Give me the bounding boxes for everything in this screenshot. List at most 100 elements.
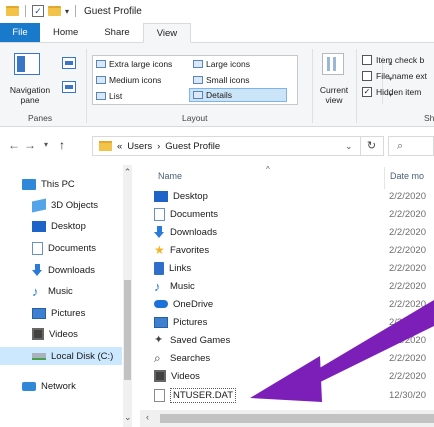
list-item[interactable]: Videos 2/2/2020 <box>154 367 434 385</box>
layout-item-label: Small icons <box>206 75 250 85</box>
3d-objects-icon <box>32 198 46 212</box>
list-item[interactable]: Links 2/2/2020 <box>154 259 434 277</box>
checkbox-label: Hidden item <box>376 87 422 97</box>
checkbox-label: File name ext <box>376 71 428 81</box>
address-dropdown-icon[interactable]: ⌄ <box>345 141 353 152</box>
nav-item-videos[interactable]: Videos <box>0 325 122 343</box>
layout-large-icons[interactable]: Large icons <box>193 57 250 71</box>
layout-list[interactable]: List <box>96 89 122 103</box>
forward-arrow-icon[interactable]: → <box>22 138 38 152</box>
list-item[interactable]: ♪ Music 2/2/2020 <box>154 277 434 295</box>
layout-extra-large-icons[interactable]: Extra large icons <box>96 57 172 71</box>
small-icons-icon <box>193 76 203 84</box>
scroll-up-icon[interactable]: ⌃ <box>123 165 132 179</box>
breadcrumb-guest-profile[interactable]: Guest Profile <box>165 141 220 152</box>
file-date: 2/2/2020 <box>389 334 426 346</box>
item-check-boxes-toggle[interactable]: Item check b <box>362 55 424 65</box>
recent-locations-icon[interactable]: ▾ <box>38 140 54 149</box>
customize-quick-access-icon[interactable]: ▾ <box>65 7 69 16</box>
file-name: Desktop <box>173 190 208 202</box>
scroll-left-icon[interactable]: ‹ <box>146 412 149 422</box>
back-arrow-icon[interactable]: ← <box>6 138 22 152</box>
searches-icon: ⌕ <box>154 350 161 365</box>
list-item[interactable]: Documents 2/2/2020 <box>154 205 434 223</box>
column-header-name[interactable]: Name <box>158 171 182 181</box>
file-name: OneDrive <box>173 298 214 310</box>
search-icon: ⌕ <box>397 140 404 152</box>
list-item[interactable]: Desktop 2/2/2020 <box>154 187 434 205</box>
nav-item-label: This PC <box>41 178 75 190</box>
tab-share[interactable]: Share <box>91 23 142 42</box>
layout-item-label: Extra large icons <box>109 59 173 69</box>
preview-pane-icon[interactable] <box>62 57 76 69</box>
list-item[interactable]: OneDrive 2/2/2020 <box>154 295 434 313</box>
network-icon <box>22 381 36 391</box>
file-name: Downloads <box>170 226 217 238</box>
file-name-extensions-toggle[interactable]: File name ext <box>362 71 427 81</box>
address-bar[interactable]: « Users › Guest Profile ⌄ <box>92 136 384 156</box>
tab-view[interactable]: View <box>142 23 192 43</box>
navigation-pane-button[interactable]: Navigation pane <box>2 85 58 105</box>
videos-icon <box>154 370 166 382</box>
nav-item-label: Documents <box>48 242 97 254</box>
layout-details[interactable]: Details <box>189 88 287 102</box>
checkbox-checked[interactable]: ✓ <box>362 87 372 97</box>
sort-by-icon[interactable] <box>322 53 344 75</box>
nav-item-pictures[interactable]: Pictures <box>0 304 122 322</box>
list-item[interactable]: Downloads 2/2/2020 <box>154 223 434 241</box>
nav-pane-scroll-thumb[interactable] <box>124 280 131 380</box>
details-pane-icon[interactable] <box>62 81 76 93</box>
list-item[interactable]: ✦ Saved Games 2/2/2020 <box>154 331 434 349</box>
list-item[interactable]: Pictures 2/2/2020 <box>154 313 434 331</box>
saved-games-icon: ✦ <box>154 333 164 346</box>
group-divider <box>312 49 313 123</box>
file-date: 2/2/2020 <box>389 190 426 202</box>
tab-file[interactable]: File <box>0 23 40 42</box>
ribbon-view: Navigation pane Panes Extra large icons … <box>0 43 434 127</box>
breadcrumb-separator[interactable]: › <box>157 141 160 152</box>
separator <box>25 5 26 17</box>
nav-item-local-disk[interactable]: Local Disk (C:) <box>0 347 122 365</box>
nav-item-documents[interactable]: Documents <box>0 239 122 257</box>
nav-item-label: Pictures <box>51 307 86 319</box>
column-header-date-modified[interactable]: Date mo <box>390 171 424 181</box>
scroll-down-icon[interactable]: ⌄ <box>124 412 132 423</box>
breadcrumb-users[interactable]: Users <box>127 141 152 152</box>
list-item-selected[interactable]: NTUSER.DAT 12/30/20 <box>154 386 434 404</box>
column-divider[interactable] <box>384 167 385 189</box>
hidden-items-toggle[interactable]: ✓ Hidden item <box>362 87 421 97</box>
list-item[interactable]: ★ Favorites 2/2/2020 <box>154 241 434 259</box>
downloads-icon <box>154 225 165 239</box>
up-arrow-icon[interactable]: ↑ <box>54 138 70 152</box>
refresh-icon[interactable]: ↻ <box>360 137 382 155</box>
current-view-button[interactable]: Current view <box>314 85 354 105</box>
list-item[interactable]: ⌕ Searches 2/2/2020 <box>154 349 434 367</box>
nav-item-network[interactable]: Network <box>0 377 122 395</box>
properties-check-icon[interactable]: ✓ <box>32 5 44 17</box>
nav-item-music[interactable]: ♪ Music <box>0 282 122 300</box>
checkbox-label: Item check b <box>376 55 425 65</box>
breadcrumb-overflow[interactable]: « <box>117 141 122 152</box>
layout-gallery: Extra large icons Large icons Medium ico… <box>92 55 392 105</box>
nav-item-this-pc[interactable]: This PC <box>0 175 122 193</box>
nav-item-label: Network <box>41 380 76 392</box>
folder-icon <box>6 6 19 16</box>
nav-item-label: 3D Objects <box>51 199 98 211</box>
navigation-pane-icon[interactable] <box>14 53 40 75</box>
checkbox-unchecked[interactable] <box>362 55 372 65</box>
search-input[interactable]: ⌕ <box>388 136 434 156</box>
tab-home[interactable]: Home <box>40 23 91 42</box>
file-date: 2/2/2020 <box>389 226 426 238</box>
new-folder-icon[interactable] <box>48 6 61 16</box>
layout-small-icons[interactable]: Small icons <box>193 73 249 87</box>
layout-medium-icons[interactable]: Medium icons <box>96 73 161 87</box>
nav-item-downloads[interactable]: Downloads <box>0 261 122 279</box>
pictures-icon <box>154 316 168 328</box>
horizontal-scroll-thumb[interactable] <box>160 414 434 423</box>
file-date: 2/2/2020 <box>389 244 426 256</box>
checkbox-unchecked[interactable] <box>362 71 372 81</box>
file-date: 12/30/20 <box>389 389 426 401</box>
nav-item-desktop[interactable]: Desktop <box>0 217 122 235</box>
nav-item-3d-objects[interactable]: 3D Objects <box>0 196 122 214</box>
file-date: 2/2/2020 <box>389 316 426 328</box>
